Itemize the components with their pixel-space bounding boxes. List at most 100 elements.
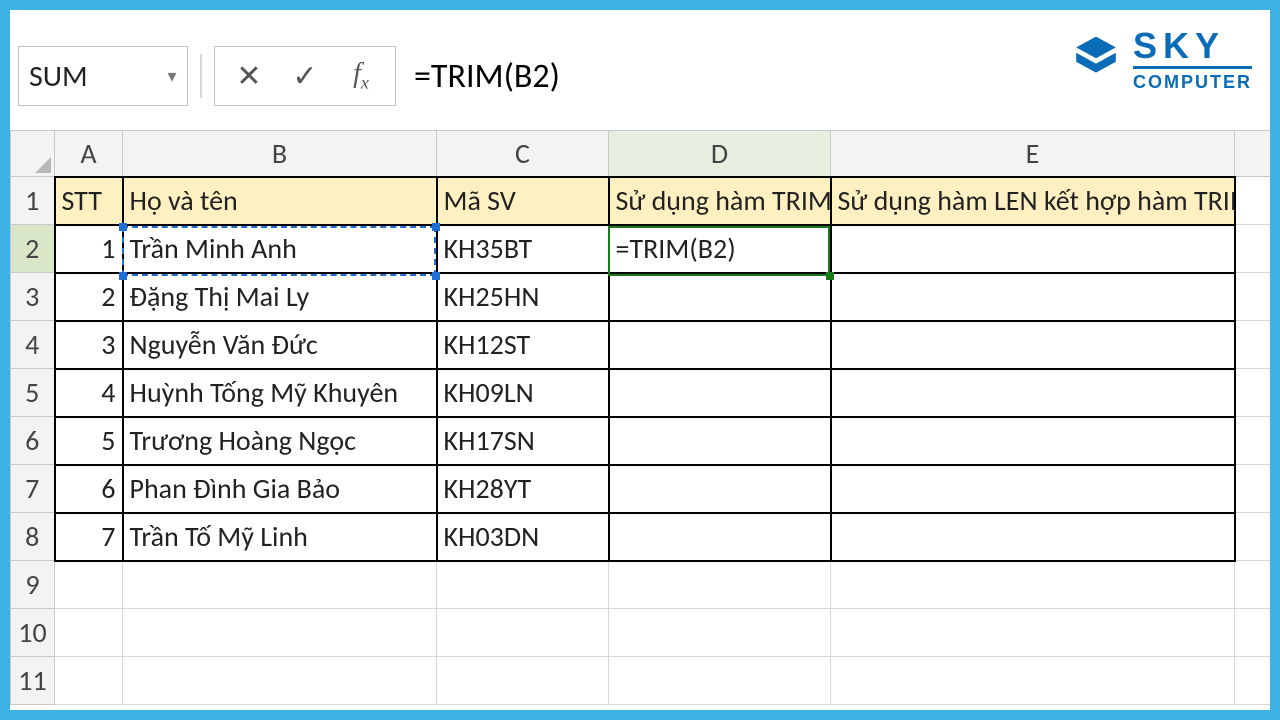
cell-F3[interactable] — [1235, 273, 1271, 321]
row-header-7[interactable]: 7 — [11, 465, 55, 513]
cell-D9[interactable] — [609, 561, 831, 609]
col-header-C[interactable]: C — [437, 131, 609, 177]
cell-E7[interactable] — [831, 465, 1235, 513]
formula-controls: ✕ ✓ fx — [214, 46, 396, 106]
row-header-11[interactable]: 11 — [11, 657, 55, 705]
row-header-9[interactable]: 9 — [11, 561, 55, 609]
cell-E10[interactable] — [831, 609, 1235, 657]
cell-B3[interactable]: Đặng Thị Mai Ly — [123, 273, 437, 321]
cell-D6[interactable] — [609, 417, 831, 465]
formula-input[interactable]: =TRIM(B2) — [414, 46, 1270, 106]
row-header-10[interactable]: 10 — [11, 609, 55, 657]
cell-C4[interactable]: KH12ST — [437, 321, 609, 369]
cell-C10[interactable] — [437, 609, 609, 657]
cell-A5[interactable]: 4 — [55, 369, 123, 417]
col-header-ghost[interactable] — [1235, 131, 1271, 177]
cell-F9[interactable] — [1235, 561, 1271, 609]
name-box-dropdown-icon[interactable]: ▾ — [157, 47, 187, 105]
row-header-2[interactable]: 2 — [11, 225, 55, 273]
enter-formula-button[interactable]: ✓ — [283, 54, 327, 98]
row-header-6[interactable]: 6 — [11, 417, 55, 465]
cell-D2[interactable]: =TRIM(B2) — [609, 225, 831, 273]
cell-D4[interactable] — [609, 321, 831, 369]
cell-A11[interactable] — [55, 657, 123, 705]
cell-E2[interactable] — [831, 225, 1235, 273]
cancel-formula-button[interactable]: ✕ — [227, 54, 271, 98]
cell-B10[interactable] — [123, 609, 437, 657]
formula-bar-row: SUM ▾ ✕ ✓ fx =TRIM(B2) — [10, 40, 1270, 112]
cell-A4[interactable]: 3 — [55, 321, 123, 369]
cell-C7[interactable]: KH28YT — [437, 465, 609, 513]
insert-function-button[interactable]: fx — [339, 54, 383, 98]
separator — [200, 54, 202, 98]
cell-E8[interactable] — [831, 513, 1235, 561]
cell-E4[interactable] — [831, 321, 1235, 369]
spreadsheet-grid[interactable]: A B C D E 1 STT Họ và tên Mã SV Sử dụng … — [10, 130, 1270, 710]
cell-A9[interactable] — [55, 561, 123, 609]
cell-F11[interactable] — [1235, 657, 1271, 705]
cell-A10[interactable] — [55, 609, 123, 657]
cell-B5[interactable]: Huỳnh Tống Mỹ Khuyên — [123, 369, 437, 417]
cell-D10[interactable] — [609, 609, 831, 657]
cell-B11[interactable] — [123, 657, 437, 705]
cell-B8[interactable]: Trần Tố Mỹ Linh — [123, 513, 437, 561]
app-frame: SKY COMPUTER SUM ▾ ✕ ✓ fx =TRIM(B2) — [0, 0, 1280, 720]
cell-E3[interactable] — [831, 273, 1235, 321]
row-header-4[interactable]: 4 — [11, 321, 55, 369]
cell-E9[interactable] — [831, 561, 1235, 609]
cell-E11[interactable] — [831, 657, 1235, 705]
cell-B7[interactable]: Phan Đình Gia Bảo — [123, 465, 437, 513]
cell-C3[interactable]: KH25HN — [437, 273, 609, 321]
cell-F8[interactable] — [1235, 513, 1271, 561]
cell-D7[interactable] — [609, 465, 831, 513]
cell-D5[interactable] — [609, 369, 831, 417]
cell-F7[interactable] — [1235, 465, 1271, 513]
check-icon: ✓ — [292, 58, 317, 95]
formula-input-value: =TRIM(B2) — [414, 56, 560, 97]
cell-D1[interactable]: Sử dụng hàm TRIM — [609, 177, 831, 225]
cell-F6[interactable] — [1235, 417, 1271, 465]
cell-C1[interactable]: Mã SV — [437, 177, 609, 225]
cell-B4[interactable]: Nguyễn Văn Đức — [123, 321, 437, 369]
cell-A6[interactable]: 5 — [55, 417, 123, 465]
cell-C8[interactable]: KH03DN — [437, 513, 609, 561]
name-box-value: SUM — [19, 58, 157, 95]
col-header-D[interactable]: D — [609, 131, 831, 177]
cell-C9[interactable] — [437, 561, 609, 609]
cell-B6[interactable]: Trương Hoàng Ngọc — [123, 417, 437, 465]
cell-C5[interactable]: KH09LN — [437, 369, 609, 417]
col-header-B[interactable]: B — [123, 131, 437, 177]
name-box[interactable]: SUM ▾ — [18, 46, 188, 106]
cell-F4[interactable] — [1235, 321, 1271, 369]
select-all-corner[interactable] — [11, 131, 55, 177]
cell-B1[interactable]: Họ và tên — [123, 177, 437, 225]
cell-D11[interactable] — [609, 657, 831, 705]
row-header-5[interactable]: 5 — [11, 369, 55, 417]
cell-E6[interactable] — [831, 417, 1235, 465]
cell-E5[interactable] — [831, 369, 1235, 417]
x-icon: ✕ — [236, 58, 261, 95]
cell-A1[interactable]: STT — [55, 177, 123, 225]
cell-E1[interactable]: Sử dụng hàm LEN kết hợp hàm TRIM — [831, 177, 1235, 225]
fx-icon: fx — [353, 58, 369, 94]
cell-C2[interactable]: KH35BT — [437, 225, 609, 273]
cell-C11[interactable] — [437, 657, 609, 705]
cell-A7[interactable]: 6 — [55, 465, 123, 513]
cell-A3[interactable]: 2 — [55, 273, 123, 321]
cell-F5[interactable] — [1235, 369, 1271, 417]
cell-B9[interactable] — [123, 561, 437, 609]
cell-F2[interactable] — [1235, 225, 1271, 273]
col-header-A[interactable]: A — [55, 131, 123, 177]
col-header-E[interactable]: E — [831, 131, 1235, 177]
cell-C6[interactable]: KH17SN — [437, 417, 609, 465]
cell-F10[interactable] — [1235, 609, 1271, 657]
cell-F1[interactable] — [1235, 177, 1271, 225]
cell-D3[interactable] — [609, 273, 831, 321]
cell-A2[interactable]: 1 — [55, 225, 123, 273]
cell-A8[interactable]: 7 — [55, 513, 123, 561]
cell-D8[interactable] — [609, 513, 831, 561]
row-header-1[interactable]: 1 — [11, 177, 55, 225]
cell-B2[interactable]: Trần Minh Anh — [123, 225, 437, 273]
row-header-3[interactable]: 3 — [11, 273, 55, 321]
row-header-8[interactable]: 8 — [11, 513, 55, 561]
